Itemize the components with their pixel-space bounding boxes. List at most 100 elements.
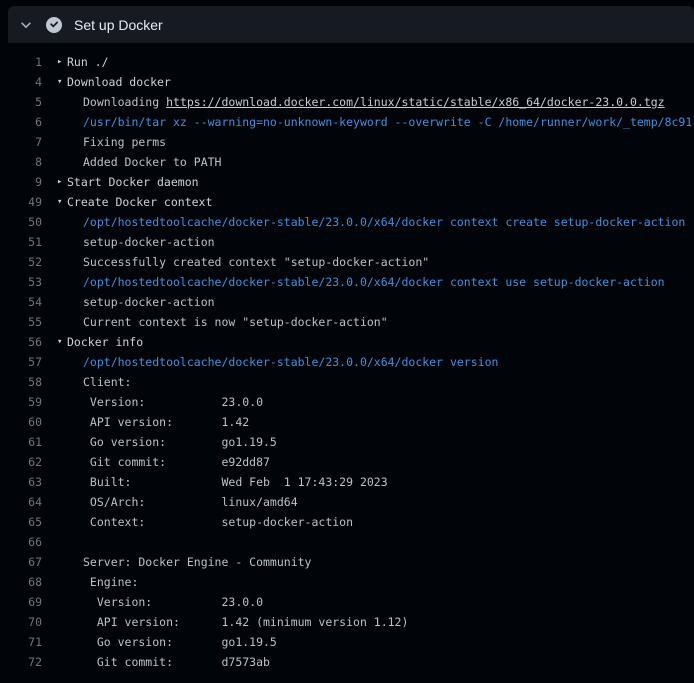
log-line: 58 Client: bbox=[0, 372, 694, 392]
log-line: 50/opt/hostedtoolcache/docker-stable/23.… bbox=[0, 212, 694, 232]
line-number[interactable]: 60 bbox=[0, 412, 42, 432]
log-plain-text: Server: Docker Engine - Community bbox=[83, 555, 311, 569]
log-line: 1 ▸Run ./ bbox=[0, 52, 694, 72]
line-number[interactable]: 69 bbox=[0, 592, 42, 612]
actions-log-viewer: Set up Docker 1▸Run ./4▾Download docker5… bbox=[0, 6, 694, 683]
log-plain-text: Successfully created context "setup-dock… bbox=[83, 255, 429, 269]
log-text: Server: Docker Engine - Community bbox=[83, 552, 694, 572]
log-line: 52 Successfully created context "setup-do… bbox=[0, 252, 694, 272]
log-text: Go version: go1.19.5 bbox=[83, 632, 694, 652]
log-plain-text: Context: setup-docker-action bbox=[83, 515, 353, 529]
log-text: API version: 1.42 (minimum version 1.12) bbox=[83, 612, 694, 632]
triangle-down-icon[interactable]: ▾ bbox=[57, 332, 67, 352]
log-text: Context: setup-docker-action bbox=[83, 512, 694, 532]
line-number[interactable]: 4 bbox=[0, 72, 42, 92]
line-number[interactable]: 5 bbox=[0, 92, 42, 112]
line-number[interactable]: 54 bbox=[0, 292, 42, 312]
step-header[interactable]: Set up Docker bbox=[8, 6, 694, 43]
log-line: 49 ▾Create Docker context bbox=[0, 192, 694, 212]
log-line: 72 Git commit: d7573ab bbox=[0, 652, 694, 672]
log-plain-text: Fixing perms bbox=[83, 135, 166, 149]
log-text: Built: Wed Feb 1 17:43:29 2023 bbox=[83, 472, 694, 492]
log-group-header[interactable]: ▾Download docker bbox=[57, 72, 694, 92]
line-number[interactable]: 63 bbox=[0, 472, 42, 492]
log-line: 6/usr/bin/tar xz --warning=no-unknown-ke… bbox=[0, 112, 694, 132]
log-group-title: Docker info bbox=[67, 335, 143, 349]
log-plain-text: Git commit: e92dd87 bbox=[83, 455, 270, 469]
line-number[interactable]: 51 bbox=[0, 232, 42, 252]
log-text: API version: 1.42 bbox=[83, 412, 694, 432]
log-link[interactable]: https://download.docker.com/linux/static… bbox=[166, 95, 665, 109]
log-line: 51setup-docker-action bbox=[0, 232, 694, 252]
log-group-header[interactable]: ▾Docker info bbox=[57, 332, 694, 352]
log-line: 59 Version: 23.0.0 bbox=[0, 392, 694, 412]
log-group-header[interactable]: ▸Start Docker daemon bbox=[57, 172, 694, 192]
log-group-title: Run ./ bbox=[67, 55, 109, 69]
log-line: 53/opt/hostedtoolcache/docker-stable/23.… bbox=[0, 272, 694, 292]
triangle-down-icon[interactable]: ▾ bbox=[57, 72, 67, 92]
log-group-header[interactable]: ▸Run ./ bbox=[57, 52, 694, 72]
chevron-down-icon[interactable] bbox=[19, 18, 33, 32]
log-text: Engine: bbox=[83, 572, 694, 592]
line-number[interactable]: 64 bbox=[0, 492, 42, 512]
triangle-right-icon[interactable]: ▸ bbox=[57, 52, 67, 72]
line-number[interactable]: 49 bbox=[0, 192, 42, 212]
log-plain-text: API version: 1.42 bbox=[83, 415, 249, 429]
line-number[interactable]: 70 bbox=[0, 612, 42, 632]
log-text: setup-docker-action bbox=[83, 292, 694, 312]
line-number[interactable]: 71 bbox=[0, 632, 42, 652]
log-line: 7 Fixing perms bbox=[0, 132, 694, 152]
log-text: /opt/hostedtoolcache/docker-stable/23.0.… bbox=[83, 212, 694, 232]
log-command-text: /opt/hostedtoolcache/docker-stable/23.0.… bbox=[83, 275, 665, 289]
line-number[interactable]: 59 bbox=[0, 392, 42, 412]
log-line: 56 ▾Docker info bbox=[0, 332, 694, 352]
line-number[interactable]: 67 bbox=[0, 552, 42, 572]
log-text: Downloading https://download.docker.com/… bbox=[83, 92, 694, 112]
line-number[interactable]: 6 bbox=[0, 112, 42, 132]
log-line: 63 Built: Wed Feb 1 17:43:29 2023 bbox=[0, 472, 694, 492]
log-text: Version: 23.0.0 bbox=[83, 392, 694, 412]
log-text: /usr/bin/tar xz --warning=no-unknown-key… bbox=[83, 112, 694, 132]
line-number[interactable]: 50 bbox=[0, 212, 42, 232]
log-command-text: /opt/hostedtoolcache/docker-stable/23.0.… bbox=[83, 355, 498, 369]
line-number[interactable]: 72 bbox=[0, 652, 42, 672]
line-number[interactable]: 61 bbox=[0, 432, 42, 452]
log-group-title: Download docker bbox=[67, 75, 171, 89]
log-text: Added Docker to PATH bbox=[83, 152, 694, 172]
log-group-title: Create Docker context bbox=[67, 195, 212, 209]
log-line: 8 Added Docker to PATH bbox=[0, 152, 694, 172]
triangle-down-icon[interactable]: ▾ bbox=[57, 192, 67, 212]
log-text: Git commit: d7573ab bbox=[83, 652, 694, 672]
line-number[interactable]: 9 bbox=[0, 172, 42, 192]
line-number[interactable]: 56 bbox=[0, 332, 42, 352]
log-line: 62 Git commit: e92dd87 bbox=[0, 452, 694, 472]
line-number[interactable]: 58 bbox=[0, 372, 42, 392]
log-plain-text: Go version: go1.19.5 bbox=[83, 435, 277, 449]
line-number[interactable]: 66 bbox=[0, 532, 42, 552]
log-plain-text: setup-docker-action bbox=[83, 295, 215, 309]
log-line: 65 Context: setup-docker-action bbox=[0, 512, 694, 532]
log-plain-text: Version: 23.0.0 bbox=[83, 595, 263, 609]
line-number[interactable]: 8 bbox=[0, 152, 42, 172]
log-text: Current context is now "setup-docker-act… bbox=[83, 312, 694, 332]
log-line: 68 Engine: bbox=[0, 572, 694, 592]
line-number[interactable]: 53 bbox=[0, 272, 42, 292]
log-plain-text: Client: bbox=[83, 375, 131, 389]
line-number[interactable]: 7 bbox=[0, 132, 42, 152]
line-number[interactable]: 52 bbox=[0, 252, 42, 272]
line-number[interactable]: 1 bbox=[0, 52, 42, 72]
log-plain-text: Added Docker to PATH bbox=[83, 155, 221, 169]
log-command-text: /usr/bin/tar xz --warning=no-unknown-key… bbox=[83, 115, 692, 129]
log-line: 60 API version: 1.42 bbox=[0, 412, 694, 432]
line-number[interactable]: 65 bbox=[0, 512, 42, 532]
log-group-title: Start Docker daemon bbox=[67, 175, 199, 189]
line-number[interactable]: 55 bbox=[0, 312, 42, 332]
log-plain-text: Version: 23.0.0 bbox=[83, 395, 263, 409]
log-line: 57/opt/hostedtoolcache/docker-stable/23.… bbox=[0, 352, 694, 372]
triangle-right-icon[interactable]: ▸ bbox=[57, 172, 67, 192]
line-number[interactable]: 62 bbox=[0, 452, 42, 472]
log-text: /opt/hostedtoolcache/docker-stable/23.0.… bbox=[83, 352, 694, 372]
line-number[interactable]: 57 bbox=[0, 352, 42, 372]
log-group-header[interactable]: ▾Create Docker context bbox=[57, 192, 694, 212]
line-number[interactable]: 68 bbox=[0, 572, 42, 592]
